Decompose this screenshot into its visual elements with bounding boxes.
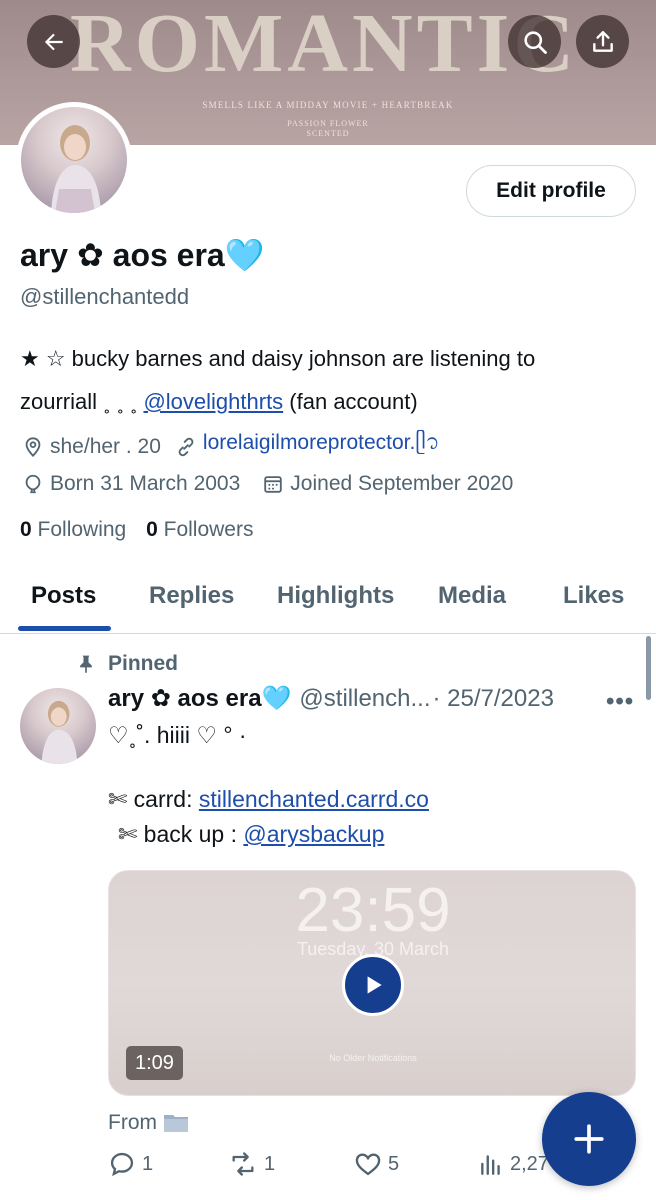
profile-handle: @stillenchantedd (20, 284, 190, 309)
tab-replies[interactable]: Replies (149, 582, 234, 610)
active-tab-indicator (18, 626, 111, 631)
like-count: 5 (388, 1152, 400, 1175)
location-icon (22, 436, 44, 458)
following-count: 0 (20, 518, 32, 541)
followers-count: 0 (146, 518, 158, 541)
views-button[interactable]: 2,27 (478, 1150, 549, 1178)
share-icon (592, 30, 613, 52)
avatar-photo (41, 700, 78, 764)
followers-label: Followers (163, 518, 254, 541)
tab-posts[interactable]: Posts (31, 582, 96, 610)
scrollbar[interactable] (646, 636, 651, 700)
pinned-label: Pinned (108, 652, 179, 675)
play-button[interactable] (342, 954, 404, 1016)
reply-button[interactable]: 1 (108, 1150, 153, 1178)
search-icon (523, 30, 547, 54)
repost-button[interactable]: 1 (228, 1150, 275, 1178)
reply-count: 1 (142, 1152, 154, 1175)
compose-button[interactable] (542, 1092, 636, 1186)
post-avatar[interactable] (20, 688, 96, 764)
joined-text: Joined September 2020 (290, 472, 514, 495)
view-count: 2,27 (510, 1152, 549, 1175)
share-button[interactable] (576, 15, 629, 68)
backup-prefix: ✄ back up : (118, 821, 244, 847)
tab-media[interactable]: Media (438, 582, 506, 610)
search-button[interactable] (508, 15, 561, 68)
banner-text: ROMANTIC (70, 0, 578, 90)
backup-link[interactable]: @arysbackup (243, 821, 384, 847)
post-text-line: ♡˳˚. hiiii ♡ ° · (108, 722, 247, 748)
link-icon (175, 436, 197, 458)
reply-icon (110, 1152, 134, 1177)
tab-likes[interactable]: Likes (563, 582, 624, 610)
back-button[interactable] (27, 15, 80, 68)
profile-dates-row: Born 31 March 2003 Joined September 2020 (22, 472, 513, 496)
video-duration: 1:09 (126, 1046, 183, 1080)
edit-profile-button[interactable]: Edit profile (466, 165, 636, 217)
carrd-link[interactable]: stillenchanted.carrd.co (199, 786, 429, 812)
pinned-indicator: Pinned (76, 652, 178, 676)
play-icon (367, 976, 382, 994)
calendar-icon (262, 473, 284, 495)
post-author-handle[interactable]: @stillench... (299, 685, 430, 713)
more-options-icon[interactable]: ••• (606, 688, 634, 716)
follow-stats: 0 Following 0 Followers (20, 518, 253, 542)
profile-bio: ★ ☆ bucky barnes and daisy johnson are l… (20, 337, 640, 423)
from-label: From (108, 1111, 157, 1134)
views-icon (481, 1155, 500, 1175)
bio-line-2: zourriall ˳ ˳ ˳ @lovelighthrts (fan acco… (20, 380, 640, 423)
arrow-left-icon (44, 33, 63, 50)
followers-link[interactable]: 0 Followers (146, 518, 253, 541)
like-button[interactable]: 5 (354, 1150, 399, 1178)
carrd-prefix: ✄ carrd: (108, 786, 199, 812)
folder-icon (164, 1115, 188, 1132)
post-carrd-line: ✄ carrd: stillenchanted.carrd.co (108, 786, 429, 813)
heart-icon (355, 1153, 381, 1176)
bio-line-1: ★ ☆ bucky barnes and daisy johnson are l… (20, 346, 536, 371)
tab-highlights[interactable]: Highlights (277, 582, 394, 610)
pin-icon (80, 655, 92, 674)
profile-meta-row: she/her . 20 lorelaigilmoreprotector.ᥫ᭡ (22, 428, 440, 465)
avatar-photo (51, 125, 101, 213)
display-name: ary ✿ aos era🩵 (20, 237, 265, 273)
website-link[interactable]: lorelaigilmoreprotector.ᥫ᭡ (203, 428, 440, 465)
video-clock-text: 23:59 (295, 876, 451, 945)
video-notification-text: No Older Notifications (329, 1053, 417, 1063)
pronouns-text: she/her . 20 (50, 434, 161, 458)
balloon-icon (22, 473, 44, 495)
profile-tabs: Posts Replies Highlights Media Likes (0, 560, 656, 634)
bio-suffix: (fan account) (283, 389, 418, 414)
post-source: From (108, 1111, 189, 1135)
repost-count: 1 (264, 1152, 276, 1175)
repost-icon (232, 1152, 254, 1176)
post-header: ary ✿ aos era🩵 @stillench... · 25/7/2023 (108, 684, 554, 713)
plus-icon (574, 1124, 604, 1154)
following-link[interactable]: 0 Following (20, 518, 126, 541)
post-author-name[interactable]: ary ✿ aos era🩵 (108, 684, 291, 713)
bio-mention-link[interactable]: @lovelighthrts (143, 389, 283, 414)
born-text: Born 31 March 2003 (50, 472, 241, 495)
post-date[interactable]: · 25/7/2023 (433, 685, 554, 713)
profile-avatar[interactable] (16, 102, 132, 218)
following-label: Following (37, 518, 127, 541)
post-video[interactable]: 23:59 Tuesday, 30 March No Older Notific… (108, 870, 636, 1096)
post-backup-line: ✄ back up : @arysbackup (118, 821, 384, 848)
bio-text: zourriall ˳ ˳ ˳ (20, 389, 144, 414)
